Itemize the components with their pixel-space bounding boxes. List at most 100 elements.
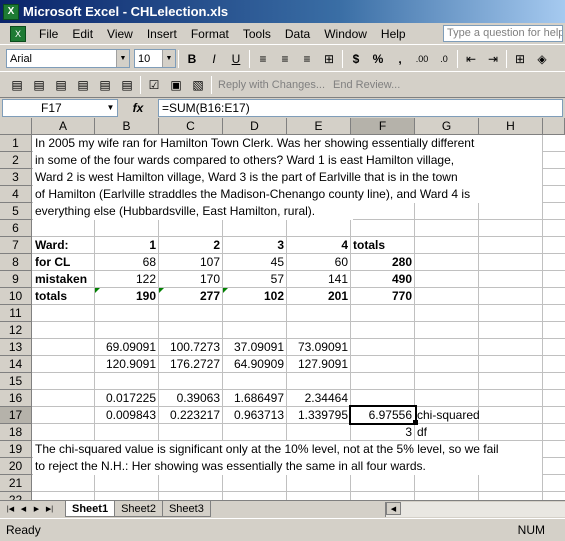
chevron-down-icon[interactable]: ▼ <box>162 50 175 67</box>
prev-sheet-icon[interactable]: ◀ <box>17 503 30 516</box>
last-sheet-icon[interactable]: ▶| <box>43 503 56 516</box>
cell-a20[interactable]: to reject the N.H.: Her showing was esse… <box>33 458 542 475</box>
cell-f10[interactable]: 770 <box>351 288 414 305</box>
review-icon-5[interactable]: ▤ <box>94 74 116 96</box>
workbook-icon[interactable]: X <box>10 25 26 42</box>
row-header-22[interactable]: 22 <box>0 492 32 500</box>
currency-button[interactable]: $ <box>345 48 367 70</box>
font-select[interactable]: Arial ▼ <box>6 49 130 68</box>
review-icon-1[interactable]: ▤ <box>6 74 28 96</box>
tab-sheet1[interactable]: Sheet1 <box>65 501 116 517</box>
cell-d7[interactable]: 3 <box>223 237 286 254</box>
cell-d10[interactable]: 102 <box>223 288 286 305</box>
review-icon-4[interactable]: ▤ <box>72 74 94 96</box>
increase-indent-icon[interactable]: ⇥ <box>482 48 504 70</box>
cell-d9[interactable]: 57 <box>223 271 286 288</box>
cell-e16[interactable]: 2.34464 <box>287 390 350 407</box>
help-search-input[interactable]: Type a question for help <box>443 25 563 42</box>
review-icon-6[interactable]: ▤ <box>116 74 138 96</box>
cell-a2[interactable]: in some of the four wards compared to ot… <box>33 152 542 169</box>
cell-a7[interactable]: Ward: <box>33 237 94 254</box>
menu-view[interactable]: View <box>100 27 140 41</box>
chevron-down-icon[interactable]: ▼ <box>116 50 129 67</box>
row-header-6[interactable]: 6 <box>0 220 32 237</box>
menu-insert[interactable]: Insert <box>140 27 184 41</box>
cell-e17[interactable]: 1.339795 <box>287 407 350 424</box>
row-header-16[interactable]: 16 <box>0 390 32 407</box>
cell-d17[interactable]: 0.963713 <box>223 407 286 424</box>
cell-g17[interactable]: chi-squared <box>415 407 515 424</box>
row-header-14[interactable]: 14 <box>0 356 32 373</box>
cell-b13[interactable]: 69.09091 <box>95 339 158 356</box>
column-header-a[interactable]: A <box>32 118 95 135</box>
cell-e14[interactable]: 127.9091 <box>287 356 350 373</box>
row-header-12[interactable]: 12 <box>0 322 32 339</box>
cell-c14[interactable]: 176.2727 <box>159 356 222 373</box>
cell-e7[interactable]: 4 <box>287 237 350 254</box>
menu-data[interactable]: Data <box>278 27 317 41</box>
column-header-f[interactable]: F <box>351 118 415 135</box>
cell-b17[interactable]: 0.009843 <box>95 407 158 424</box>
column-header-b[interactable]: B <box>95 118 159 135</box>
cell-b9[interactable]: 122 <box>95 271 158 288</box>
row-header-13[interactable]: 13 <box>0 339 32 356</box>
cell-f8[interactable]: 280 <box>351 254 414 271</box>
row-header-18[interactable]: 18 <box>0 424 32 441</box>
cell-f7[interactable]: totals <box>351 237 414 254</box>
row-header-11[interactable]: 11 <box>0 305 32 322</box>
name-box[interactable]: F17 ▼ <box>2 98 118 117</box>
review-icon-2[interactable]: ▤ <box>28 74 50 96</box>
cell-b16[interactable]: 0.017225 <box>95 390 158 407</box>
menu-file[interactable]: File <box>32 27 65 41</box>
formula-input[interactable]: =SUM(B16:E17) <box>158 98 563 117</box>
reply-with-changes-button[interactable]: Reply with Changes... <box>214 79 329 91</box>
cell-e8[interactable]: 60 <box>287 254 350 271</box>
row-header-3[interactable]: 3 <box>0 169 32 186</box>
cell-a1[interactable]: In 2005 my wife ran for Hamilton Town Cl… <box>33 135 542 152</box>
merge-center-icon[interactable]: ⊞ <box>318 48 340 70</box>
cell-d13[interactable]: 37.09091 <box>223 339 286 356</box>
scroll-left-icon[interactable]: ◀ <box>386 502 401 515</box>
cell-c16[interactable]: 0.39063 <box>159 390 222 407</box>
fx-icon[interactable]: fx <box>118 101 158 115</box>
review-icon-9[interactable]: ▧ <box>187 74 209 96</box>
row-header-5[interactable]: 5 <box>0 203 32 220</box>
cell-e9[interactable]: 141 <box>287 271 350 288</box>
menu-tools[interactable]: Tools <box>236 27 278 41</box>
cell-d14[interactable]: 64.90909 <box>223 356 286 373</box>
cell-c17[interactable]: 0.223217 <box>159 407 222 424</box>
row-header-8[interactable]: 8 <box>0 254 32 271</box>
align-right-icon[interactable]: ≡ <box>296 48 318 70</box>
review-icon-7[interactable]: ☑ <box>143 74 165 96</box>
row-header-4[interactable]: 4 <box>0 186 32 203</box>
underline-button[interactable]: U <box>225 48 247 70</box>
chevron-down-icon[interactable]: ▼ <box>104 100 117 116</box>
row-header-21[interactable]: 21 <box>0 475 32 492</box>
row-header-19[interactable]: 19 <box>0 441 32 458</box>
spreadsheet-grid[interactable]: A B C D E F G H 1 2 3 4 5 6 7 8 9 10 11 … <box>0 118 565 500</box>
cell-d16[interactable]: 1.686497 <box>223 390 286 407</box>
decrease-indent-icon[interactable]: ⇤ <box>460 48 482 70</box>
menu-format[interactable]: Format <box>184 27 236 41</box>
column-header-g[interactable]: G <box>415 118 479 135</box>
row-header-10[interactable]: 10 <box>0 288 32 305</box>
cell-e13[interactable]: 73.09091 <box>287 339 350 356</box>
cell-a9[interactable]: mistaken <box>33 271 94 288</box>
cell-f9[interactable]: 490 <box>351 271 414 288</box>
cell-a3[interactable]: Ward 2 is west Hamilton village, Ward 3 … <box>33 169 542 186</box>
fill-color-icon[interactable]: ◈ <box>531 48 553 70</box>
menu-help[interactable]: Help <box>374 27 413 41</box>
align-center-icon[interactable]: ≡ <box>274 48 296 70</box>
increase-decimal-button[interactable]: .00 <box>411 48 433 70</box>
cell-b7[interactable]: 1 <box>95 237 158 254</box>
menu-edit[interactable]: Edit <box>65 27 100 41</box>
first-sheet-icon[interactable]: |◀ <box>4 503 17 516</box>
review-icon-3[interactable]: ▤ <box>50 74 72 96</box>
font-size-select[interactable]: 10 ▼ <box>134 49 176 68</box>
column-header-d[interactable]: D <box>223 118 287 135</box>
cell-f17[interactable]: 6.97556 <box>351 407 414 424</box>
column-header-h[interactable]: H <box>479 118 543 135</box>
cell-c7[interactable]: 2 <box>159 237 222 254</box>
cell-a5[interactable]: everything else (Hubbardsville, East Ham… <box>33 203 353 220</box>
row-header-2[interactable]: 2 <box>0 152 32 169</box>
